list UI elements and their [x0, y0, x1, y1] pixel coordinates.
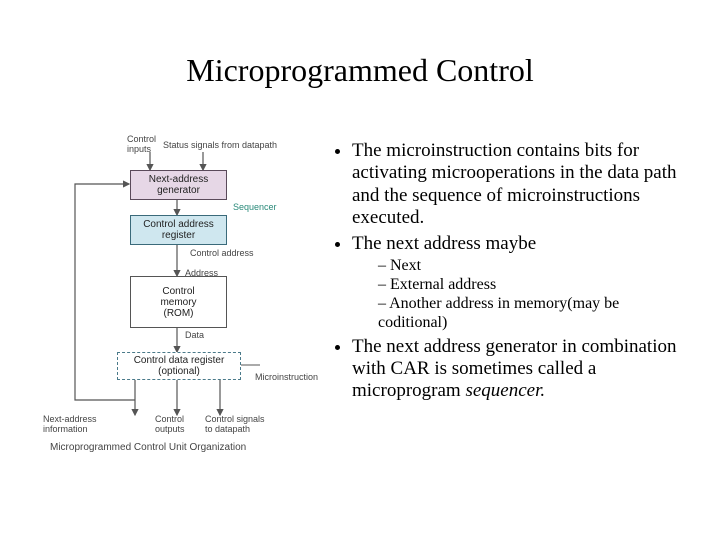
bullet-1: The microinstruction contains bits for a…: [352, 140, 680, 230]
diagram-caption: Microprogrammed Control Unit Organizatio…: [50, 442, 246, 453]
box-control-address-register: Control address register: [130, 215, 227, 245]
slide-title: Microprogrammed Control: [0, 52, 720, 89]
bullet-2: The next address maybe Next External add…: [352, 233, 680, 333]
box-next-address-generator: Next-address generator: [130, 170, 227, 200]
bullet-2-text: The next address maybe: [352, 233, 536, 254]
sub-bullet-2: External address: [378, 276, 680, 295]
text-column: The microinstruction contains bits for a…: [330, 140, 680, 406]
sub-bullet-list: Next External address Another address in…: [352, 257, 680, 333]
slide: Microprogrammed Control: [0, 0, 720, 540]
bullet-3: The next address generator in combinatio…: [352, 336, 680, 403]
sub-bullet-3: Another address in memory(may be coditio…: [378, 295, 680, 333]
label-data: Data: [185, 330, 204, 340]
label-control-signals: Control signals to datapath: [205, 414, 265, 434]
label-sequencer: Sequencer: [233, 202, 277, 212]
label-status-signals: Status signals from datapath: [163, 140, 277, 150]
label-microinstruction: Microinstruction: [255, 372, 318, 382]
label-control-inputs: Control inputs: [127, 134, 156, 154]
label-control-address: Control address: [190, 248, 254, 258]
box-control-memory-rom: Control memory (ROM): [130, 276, 227, 328]
bullet-list: The microinstruction contains bits for a…: [330, 140, 680, 403]
bullet-3-em: sequencer.: [465, 380, 545, 401]
content: Control inputs Status signals from datap…: [0, 140, 720, 520]
label-next-address-info: Next-address information: [43, 414, 97, 434]
box-control-data-register: Control data register (optional): [117, 352, 241, 380]
sub-bullet-1: Next: [378, 257, 680, 276]
label-control-outputs: Control outputs: [155, 414, 185, 434]
